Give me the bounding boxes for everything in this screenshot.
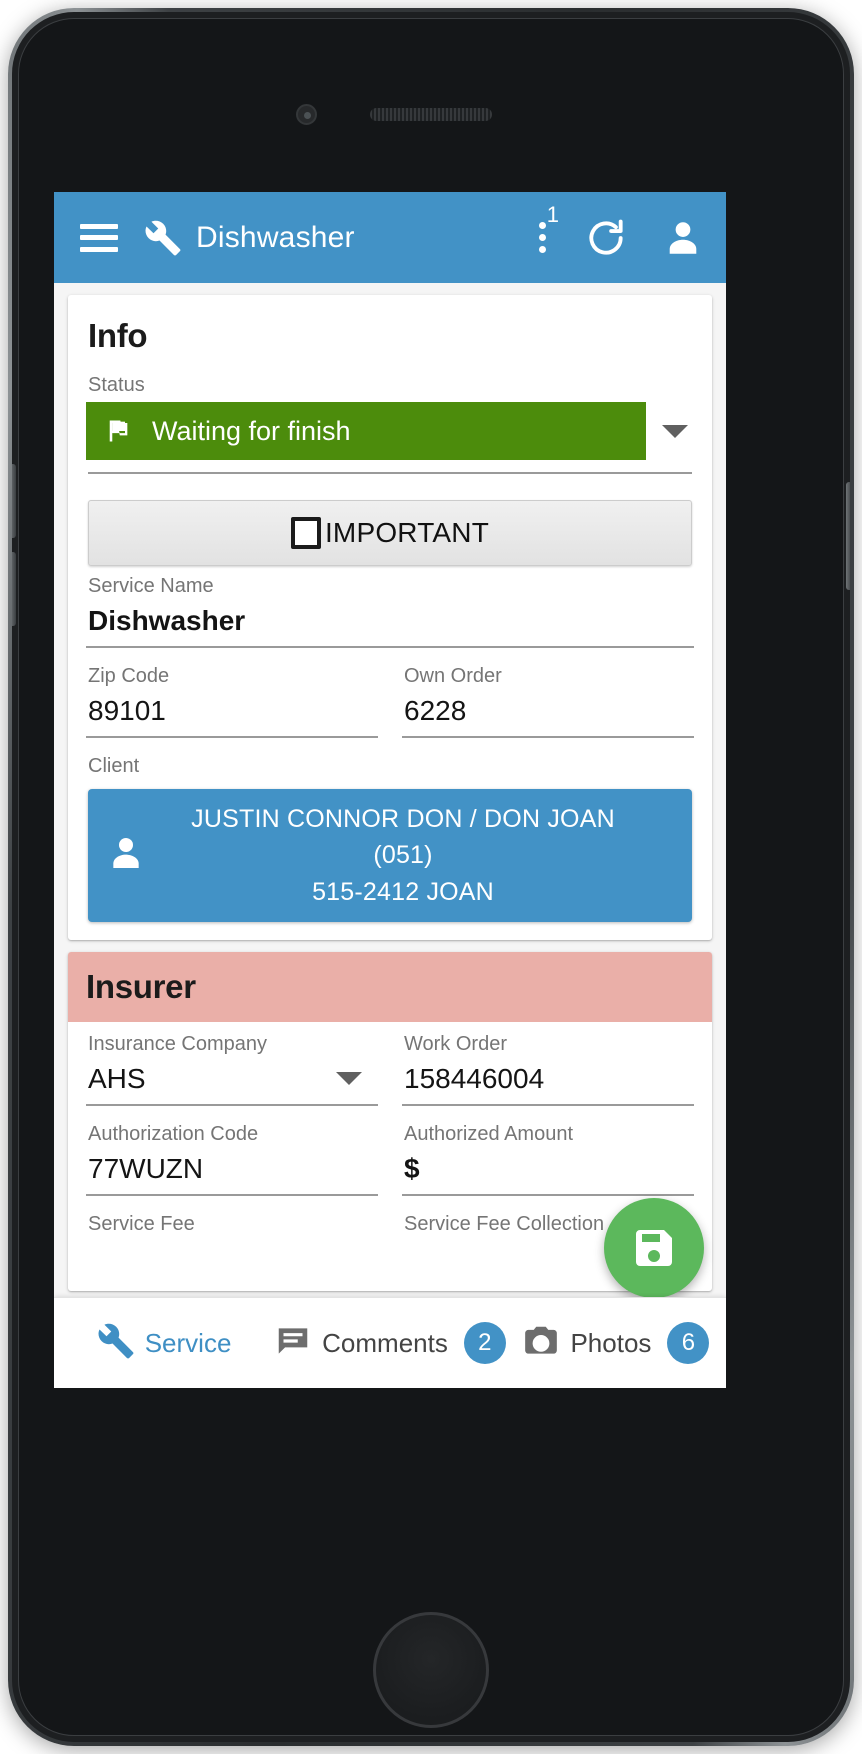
client-line-1: JUSTIN CONNOR DON / DON JOAN (051) [191,805,615,870]
own-order-label: Own Order [404,665,502,687]
service-name-label: Service Name [88,575,214,597]
status-chip[interactable]: Waiting for finish [86,402,646,460]
insurer-card-header: Insurer [68,951,712,1022]
phone-body: Dishwasher 1 Info Status Waiting for fin… [12,12,850,1742]
status-underline [88,472,692,474]
client-line-2: 515-2412 JOAN [312,877,494,906]
info-card-title: Info [88,317,148,354]
comment-icon [274,1322,312,1365]
home-button[interactable] [373,1612,489,1728]
status-dropdown[interactable]: Waiting for finish [86,402,694,464]
overflow-menu-icon[interactable]: 1 [539,204,559,253]
volume-down-button[interactable] [12,552,16,626]
checkbox-unchecked-icon[interactable] [290,517,321,549]
tab-comments-label: Comments [322,1327,448,1358]
tab-photos-label: Photos [570,1327,652,1358]
tab-service-label: Service [144,1327,232,1358]
authorized-amount-value[interactable]: $ [402,1151,694,1196]
service-name-value[interactable]: Dishwasher [86,603,694,648]
work-order-value[interactable]: 158446004 [402,1061,694,1106]
zip-code-field[interactable]: Zip Code 89101 [86,662,378,738]
comments-badge: 2 [463,1322,506,1364]
status-value: Waiting for finish [152,415,351,446]
own-order-value[interactable]: 6228 [402,693,694,738]
service-fee-field[interactable]: Service Fee [86,1210,378,1281]
earpiece-speaker [370,108,492,121]
authorization-code-field[interactable]: Authorization Code 77WUZN [86,1120,378,1196]
insurance-company-value: AHS [88,1062,146,1094]
service-name-field[interactable]: Service Name Dishwasher [86,572,694,648]
chevron-down-icon[interactable] [662,424,688,438]
flag-icon [104,416,132,446]
tab-comments[interactable]: Comments 2 [274,1298,506,1388]
photos-badge: 6 [667,1322,710,1364]
service-fee-value[interactable] [86,1241,378,1281]
zip-code-value[interactable]: 89101 [86,693,378,738]
service-fee-label: Service Fee [88,1212,195,1235]
insurer-card-title: Insurer [86,967,196,1005]
front-camera [296,104,317,125]
tab-service[interactable]: Service [54,1298,274,1388]
important-toggle-button[interactable]: IMPORTANT [88,500,692,566]
person-icon [106,833,146,878]
refresh-icon[interactable] [584,216,628,260]
save-icon [636,1230,672,1266]
wrench-icon [144,219,182,257]
person-icon[interactable] [662,217,704,259]
important-label: IMPORTANT [324,517,490,548]
page-title: Dishwasher [196,220,355,254]
app-bar-actions: 1 [539,204,704,260]
power-button[interactable] [846,482,850,590]
authorized-amount-field[interactable]: Authorized Amount $ [402,1120,694,1196]
camera-icon [522,1322,560,1365]
app-bar: Dishwasher 1 [54,192,726,283]
hamburger-menu-icon[interactable] [80,223,118,252]
wrench-icon [97,1322,135,1365]
scroll-content[interactable]: Info Status Waiting for finish IMPORTANT… [54,283,726,1297]
info-card: Info Status Waiting for finish IMPORTANT… [68,295,712,940]
authorized-amount-label: Authorized Amount [404,1122,573,1145]
insurance-company-field[interactable]: Insurance Company AHS [86,1030,378,1106]
insurance-company-select[interactable]: AHS [86,1061,378,1106]
phone-screen: Dishwasher 1 Info Status Waiting for fin… [54,192,726,1388]
tab-photos[interactable]: Photos 6 [506,1298,726,1388]
volume-up-button[interactable] [12,464,16,538]
insurance-company-label: Insurance Company [88,1032,267,1055]
work-order-label: Work Order [404,1032,507,1055]
status-label: Status [88,374,145,396]
authorization-code-value[interactable]: 77WUZN [86,1151,378,1196]
client-name: JUSTIN CONNOR DON / DON JOAN (051) 515-2… [158,801,674,910]
chevron-down-icon[interactable] [336,1072,362,1086]
zip-code-label: Zip Code [88,665,170,687]
authorization-code-label: Authorization Code [88,1122,259,1145]
bottom-navigation: Service Comments 2 Photos 6 [54,1297,726,1388]
client-button[interactable]: JUSTIN CONNOR DON / DON JOAN (051) 515-2… [88,789,692,922]
client-label: Client [88,755,140,777]
work-order-field[interactable]: Work Order 158446004 [402,1030,694,1106]
own-order-field[interactable]: Own Order 6228 [402,662,694,738]
phone-frame: Dishwasher 1 Info Status Waiting for fin… [8,8,854,1746]
overflow-badge: 1 [546,202,559,227]
save-fab-button[interactable] [604,1198,704,1298]
